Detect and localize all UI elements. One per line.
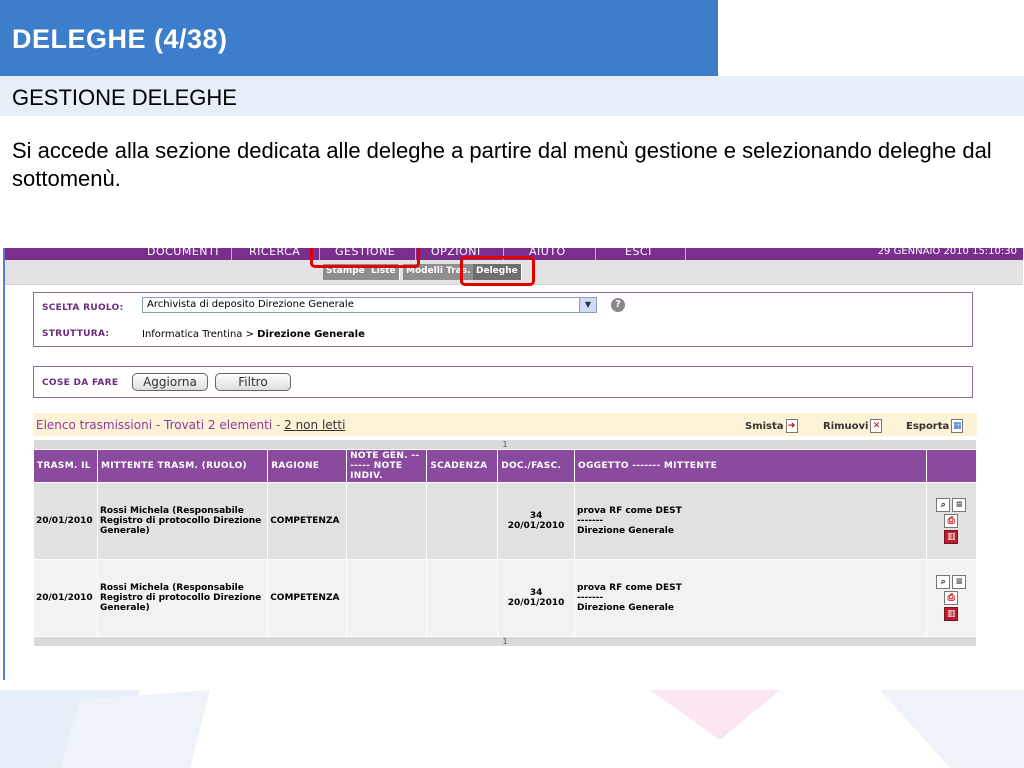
- delete-x-icon: ✕: [870, 419, 883, 433]
- structure-path-parent: Informatica Trentina >: [142, 329, 258, 340]
- zoom-details-icon[interactable]: ⌕: [936, 498, 951, 512]
- cell-subject: prova RF come DEST ------- Direzione Gener…: [574, 482, 927, 560]
- col-scadenza[interactable]: SCADENZA: [426, 449, 499, 483]
- highlight-deleghe: [460, 256, 535, 286]
- cell-reason: COMPETENZA: [267, 482, 348, 560]
- cell-date: 20/01/2010: [33, 482, 98, 560]
- menu-datetime: 29 GENNAIO 2010 15:10:30: [877, 248, 1017, 257]
- smista-action[interactable]: Smista ➜: [745, 419, 798, 433]
- table-row[interactable]: 20/01/2010 Rossi Michela (Responsabile R…: [33, 482, 978, 560]
- cell-doc[interactable]: 34 20/01/2010: [497, 559, 575, 637]
- cell-deadline: [426, 482, 499, 560]
- role-label: SCELTA RUOLO:: [42, 303, 124, 313]
- subject-separator: -------: [577, 593, 604, 603]
- subject-separator: -------: [577, 516, 604, 526]
- menu-separator: [685, 248, 686, 260]
- menu-ricerca[interactable]: RICERCA: [249, 248, 300, 258]
- esporta-action[interactable]: Esporta ▦: [906, 419, 964, 433]
- doc-date: 20/01/2010: [507, 521, 565, 531]
- refresh-button[interactable]: Aggiorna: [132, 373, 208, 391]
- cell-sender: Rossi Michela (Responsabile Registro di …: [96, 559, 269, 637]
- pager-row-bottom: 1: [33, 636, 977, 647]
- cell-deadline: [426, 559, 499, 637]
- col-ragione[interactable]: RAGIONE: [267, 449, 348, 483]
- pdf-icon[interactable]: ⎙: [944, 591, 959, 605]
- role-panel: SCELTA RUOLO: Archivista di deposito Dir…: [33, 292, 973, 347]
- todo-panel: COSE DA FARE Aggiorna Filtro: [33, 366, 973, 398]
- trash-icon[interactable]: ▥: [944, 607, 959, 621]
- chevron-down-icon[interactable]: ▼: [579, 298, 596, 312]
- menu-aiuto[interactable]: AIUTO: [529, 248, 566, 258]
- list-header-bar: Elenco trasmissioni - Trovati 2 elementi…: [33, 413, 977, 436]
- subject-text: prova RF come DEST: [577, 583, 682, 593]
- cell-date: 20/01/2010: [33, 559, 98, 637]
- col-trasm-il[interactable]: TRASM. IL: [33, 449, 98, 483]
- role-select[interactable]: Archivista di deposito Direzione General…: [142, 297, 597, 313]
- help-icon[interactable]: ?: [611, 298, 625, 312]
- unread-link[interactable]: 2 non letti: [284, 418, 345, 432]
- cell-notes: [346, 482, 428, 560]
- col-mittente[interactable]: MITTENTE TRASM. (RUOLO): [96, 449, 269, 483]
- page-number[interactable]: 1: [33, 439, 977, 450]
- list-title-text: Elenco trasmissioni - Trovati 2 elementi…: [36, 418, 285, 432]
- list-title: Elenco trasmissioni - Trovati 2 elementi…: [36, 418, 345, 432]
- rimuovi-action[interactable]: Rimuovi ✕: [823, 419, 883, 433]
- menu-separator: [231, 248, 232, 260]
- col-note[interactable]: NOTE GEN. ------- NOTE INDIV.: [346, 449, 428, 483]
- esporta-label: Esporta: [906, 421, 950, 432]
- pdf-icon[interactable]: ⎙: [944, 514, 959, 528]
- cell-actions: ⌕ ≡ ⎙ ▥: [925, 482, 978, 560]
- menu-esci[interactable]: ESCI: [625, 248, 652, 258]
- document-icon[interactable]: ≡: [952, 575, 967, 589]
- filter-button[interactable]: Filtro: [215, 373, 291, 391]
- cell-sender: Rossi Michela (Responsabile Registro di …: [96, 482, 269, 560]
- zoom-details-icon[interactable]: ⌕: [936, 575, 951, 589]
- table-row[interactable]: 20/01/2010 Rossi Michela (Responsabile R…: [33, 559, 978, 637]
- doc-number[interactable]: 34: [500, 588, 572, 598]
- slide-title: DELEGHE (4/38): [0, 0, 718, 76]
- col-actions: [925, 449, 978, 483]
- todo-label: COSE DA FARE: [42, 378, 119, 388]
- role-select-value: Archivista di deposito Direzione General…: [147, 299, 354, 310]
- menu-documenti[interactable]: DOCUMENTI: [147, 248, 219, 258]
- subject-sender: Direzione Generale: [577, 526, 674, 536]
- page-number[interactable]: 1: [33, 636, 977, 647]
- highlight-gestione: [310, 248, 420, 268]
- export-icon: ▦: [951, 419, 964, 433]
- structure-path: Informatica Trentina > Direzione General…: [142, 329, 365, 340]
- doc-number[interactable]: 34: [500, 511, 572, 521]
- menu-separator: [595, 248, 596, 260]
- pager-row-top: 1: [33, 439, 977, 450]
- col-doc-fasc[interactable]: DOC./FASC.: [497, 449, 575, 483]
- smista-label: Smista: [745, 421, 784, 432]
- rimuovi-label: Rimuovi: [823, 421, 869, 432]
- subject-sender: Direzione Generale: [577, 603, 674, 613]
- forward-doc-icon: ➜: [785, 419, 798, 433]
- trash-icon[interactable]: ▥: [944, 530, 959, 544]
- structure-path-current: Direzione Generale: [257, 329, 365, 340]
- structure-label: STRUTTURA:: [42, 329, 110, 339]
- document-icon[interactable]: ≡: [952, 498, 967, 512]
- col-oggetto[interactable]: OGGETTO ------- MITTENTE: [574, 449, 927, 483]
- doc-date: 20/01/2010: [507, 598, 565, 608]
- slide-subtitle: GESTIONE DELEGHE: [12, 85, 237, 110]
- cell-actions: ⌕ ≡ ⎙ ▥: [925, 559, 978, 637]
- slide-body-text: Si accede alla sezione dedicata alle del…: [12, 138, 992, 191]
- app-screenshot: DOCUMENTI RICERCA GESTIONE OPZIONI AIUTO…: [3, 248, 1023, 680]
- cell-subject: prova RF come DEST ------- Direzione Gener…: [574, 559, 927, 637]
- transmissions-table: 1 TRASM. IL MITTENTE TRASM. (RUOLO) RAGI…: [33, 439, 978, 647]
- subject-text: prova RF come DEST: [577, 506, 682, 516]
- table-header-row: TRASM. IL MITTENTE TRASM. (RUOLO) RAGION…: [33, 449, 978, 483]
- cell-notes: [346, 559, 428, 637]
- cell-doc[interactable]: 34 20/01/2010: [497, 482, 575, 560]
- cell-reason: COMPETENZA: [267, 559, 348, 637]
